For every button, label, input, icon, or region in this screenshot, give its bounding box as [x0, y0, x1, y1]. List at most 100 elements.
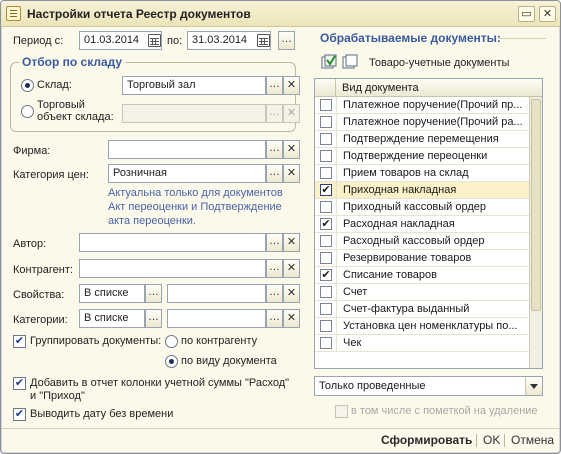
- group-by-doc-type-radio[interactable]: [165, 355, 178, 368]
- row-checkbox[interactable]: [320, 337, 332, 349]
- warehouse-clear-button[interactable]: [283, 76, 300, 95]
- table-row[interactable]: ✔ Расходная накладная: [315, 216, 529, 233]
- check-all-icon[interactable]: [321, 54, 337, 70]
- chevron-down-icon[interactable]: [525, 377, 542, 395]
- categories-mode-field[interactable]: В списке: [79, 309, 145, 328]
- table-row[interactable]: Счет: [315, 284, 529, 301]
- warehouse-object-select-button[interactable]: [266, 104, 283, 123]
- group-by-doc-type-label: по виду документа: [181, 355, 277, 367]
- table-row[interactable]: Счет-фактура выданный: [315, 301, 529, 318]
- table-row[interactable]: Приходный кассовый ордер: [315, 199, 529, 216]
- row-checkbox[interactable]: [320, 303, 332, 315]
- warehouse-radio[interactable]: [21, 79, 34, 92]
- posting-filter-select[interactable]: Только проведенные: [314, 376, 543, 396]
- firm-field[interactable]: [108, 140, 266, 159]
- contractor-clear-button[interactable]: [283, 259, 300, 278]
- author-select-button[interactable]: [266, 233, 283, 252]
- warehouse-object-clear-button[interactable]: [283, 104, 300, 123]
- categories-value-field[interactable]: [167, 309, 266, 328]
- row-checkbox[interactable]: [320, 201, 332, 213]
- row-doc-type: Подтверждение перемещения: [343, 133, 499, 145]
- properties-clear-button[interactable]: [283, 284, 300, 303]
- properties-value-field[interactable]: [167, 284, 266, 303]
- row-checkbox[interactable]: [320, 133, 332, 145]
- price-category-clear-button[interactable]: [283, 164, 300, 183]
- scrollbar-thumb[interactable]: [531, 99, 541, 311]
- table-row[interactable]: ✔ Приходная накладная: [315, 182, 529, 199]
- documents-title: Обрабатываемые документы:: [320, 31, 501, 45]
- maximize-button[interactable]: ▭: [518, 6, 535, 22]
- cancel-button[interactable]: Отмена: [511, 433, 554, 447]
- table-row[interactable]: Чек: [315, 335, 529, 352]
- posting-filter-value: Только проведенные: [319, 380, 426, 392]
- row-checkbox[interactable]: ✔: [320, 269, 332, 281]
- row-separator: [336, 216, 337, 233]
- contractor-field[interactable]: [79, 259, 266, 278]
- generate-button[interactable]: Сформировать: [381, 433, 472, 447]
- row-checkbox[interactable]: [320, 116, 332, 128]
- price-category-field[interactable]: Розничная: [108, 164, 266, 183]
- group-by-contractor-radio[interactable]: [165, 335, 178, 348]
- table-row[interactable]: Расходный кассовый ордер: [315, 233, 529, 250]
- properties-mode-button[interactable]: [145, 284, 162, 303]
- table-row[interactable]: ✔ Списание товаров: [315, 267, 529, 284]
- close-button[interactable]: ✕: [539, 6, 556, 22]
- warehouse-field[interactable]: Торговый зал: [122, 76, 266, 95]
- row-checkbox[interactable]: [320, 150, 332, 162]
- price-category-label: Категория цен:: [13, 169, 89, 181]
- row-checkbox[interactable]: [320, 167, 332, 179]
- calendar-icon[interactable]: [257, 34, 270, 47]
- table-row[interactable]: Платежное поручение(Прочий пр...: [315, 97, 529, 114]
- warehouse-object-label-1: Торговый: [37, 99, 85, 111]
- ok-button[interactable]: OK: [483, 433, 500, 447]
- add-columns-checkbox[interactable]: ✔: [13, 377, 26, 390]
- row-checkbox[interactable]: ✔: [320, 184, 332, 196]
- row-checkbox[interactable]: [320, 320, 332, 332]
- warehouse-object-field[interactable]: [122, 104, 266, 123]
- row-checkbox[interactable]: [320, 99, 332, 111]
- row-doc-type: Платежное поручение(Прочий пр...: [343, 99, 523, 111]
- table-row[interactable]: Подтверждение переоценки: [315, 148, 529, 165]
- table-row[interactable]: Платежное поручение(Прочий ра...: [315, 114, 529, 131]
- row-doc-type: Резервирование товаров: [343, 252, 472, 264]
- warehouse-object-radio[interactable]: [21, 105, 34, 118]
- date-without-time-checkbox[interactable]: ✔: [13, 408, 26, 421]
- include-deleted-checkbox[interactable]: [335, 405, 348, 418]
- column-header-doc-type[interactable]: Вид документа: [342, 82, 419, 94]
- firm-clear-button[interactable]: [283, 140, 300, 159]
- row-separator: [336, 318, 337, 335]
- row-checkbox[interactable]: [320, 286, 332, 298]
- author-clear-button[interactable]: [283, 233, 300, 252]
- properties-select-button[interactable]: [266, 284, 283, 303]
- documents-toolbar-label[interactable]: Товаро-учетные документы: [369, 57, 509, 69]
- categories-clear-button[interactable]: [283, 309, 300, 328]
- grouping-checkbox[interactable]: ✔: [13, 335, 26, 348]
- table-row[interactable]: Установка цен номенклатуры по...: [315, 318, 529, 335]
- report-settings-window: Настройки отчета Реестр документов ▭ ✕ П…: [0, 0, 561, 454]
- firm-select-button[interactable]: [266, 140, 283, 159]
- row-checkbox[interactable]: [320, 235, 332, 247]
- row-doc-type: Платежное поручение(Прочий ра...: [343, 116, 523, 128]
- row-separator: [336, 199, 337, 216]
- price-category-select-button[interactable]: [266, 164, 283, 183]
- uncheck-all-icon[interactable]: [342, 54, 358, 70]
- calendar-icon[interactable]: [148, 34, 161, 47]
- row-separator: [336, 335, 337, 352]
- author-field[interactable]: [79, 233, 266, 252]
- table-row[interactable]: Прием товаров на склад: [315, 165, 529, 182]
- price-category-hint-3: акта переоценки.: [108, 215, 196, 227]
- table-row[interactable]: Резервирование товаров: [315, 250, 529, 267]
- properties-mode-field[interactable]: В списке: [79, 284, 145, 303]
- period-select-button[interactable]: [278, 31, 295, 50]
- categories-select-button[interactable]: [266, 309, 283, 328]
- table-scrollbar[interactable]: [529, 97, 542, 368]
- row-checkbox[interactable]: [320, 252, 332, 264]
- contractor-select-button[interactable]: [266, 259, 283, 278]
- categories-mode-button[interactable]: [145, 309, 162, 328]
- warehouse-select-button[interactable]: [266, 76, 283, 95]
- button-separator: [476, 434, 477, 447]
- row-checkbox[interactable]: ✔: [320, 218, 332, 230]
- documents-table: Вид документа Платежное поручение(Прочий…: [314, 78, 543, 369]
- table-row[interactable]: Подтверждение перемещения: [315, 131, 529, 148]
- date-without-time-label: Выводить дату без времени: [30, 408, 174, 420]
